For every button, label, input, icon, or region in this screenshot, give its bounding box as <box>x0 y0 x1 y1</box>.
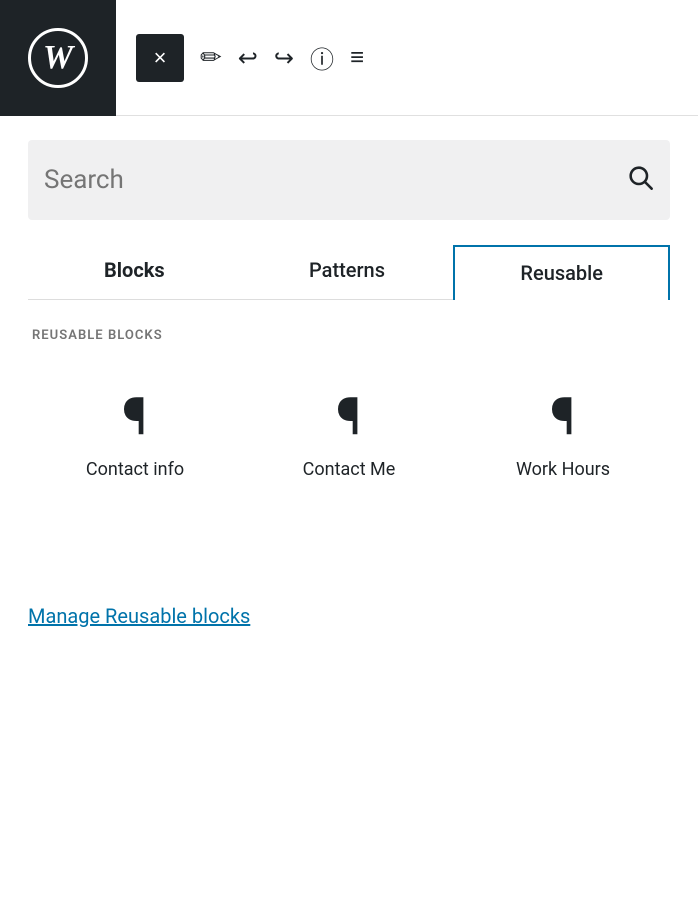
block-item-work-hours[interactable]: ¶ Work Hours <box>456 375 670 496</box>
main-content: Blocks Patterns Reusable REUSABLE BLOCKS… <box>0 116 698 636</box>
paragraph-icon-2: ¶ <box>336 391 361 443</box>
paragraph-icon-3: ¶ <box>550 391 575 443</box>
search-bar <box>28 140 670 220</box>
tab-patterns[interactable]: Patterns <box>241 244 454 299</box>
menu-icon[interactable]: ≡ <box>350 43 364 72</box>
block-item-contact-me[interactable]: ¶ Contact Me <box>242 375 456 496</box>
pen-icon[interactable]: ✏ <box>200 43 222 73</box>
block-label-contact-me: Contact Me <box>303 459 396 480</box>
redo-icon[interactable]: ↪ <box>274 44 294 72</box>
paragraph-icon-1: ¶ <box>122 391 147 443</box>
block-label-contact-info: Contact info <box>86 459 184 480</box>
search-icon <box>626 163 654 198</box>
section-label: REUSABLE BLOCKS <box>28 328 670 343</box>
tab-blocks[interactable]: Blocks <box>28 244 241 299</box>
tabs: Blocks Patterns Reusable <box>28 244 670 300</box>
block-label-work-hours: Work Hours <box>516 459 610 480</box>
close-button[interactable]: × <box>136 34 184 82</box>
block-item-contact-info[interactable]: ¶ Contact info <box>28 375 242 496</box>
reusable-blocks-grid: ¶ Contact info ¶ Contact Me ¶ Work Hours <box>28 375 670 496</box>
manage-reusable-blocks-link[interactable]: Manage Reusable blocks <box>28 596 250 636</box>
wp-logo: W <box>0 0 116 116</box>
close-icon: × <box>154 45 167 71</box>
toolbar-actions: × ✏ ↩ ↪ ⓘ ≡ <box>116 34 384 82</box>
toolbar: W × ✏ ↩ ↪ ⓘ ≡ <box>0 0 698 116</box>
search-input[interactable] <box>44 165 626 195</box>
tab-reusable[interactable]: Reusable <box>453 245 670 300</box>
wordpress-logo-icon: W <box>28 28 88 88</box>
info-icon[interactable]: ⓘ <box>310 40 334 75</box>
undo-icon[interactable]: ↩ <box>238 44 258 72</box>
